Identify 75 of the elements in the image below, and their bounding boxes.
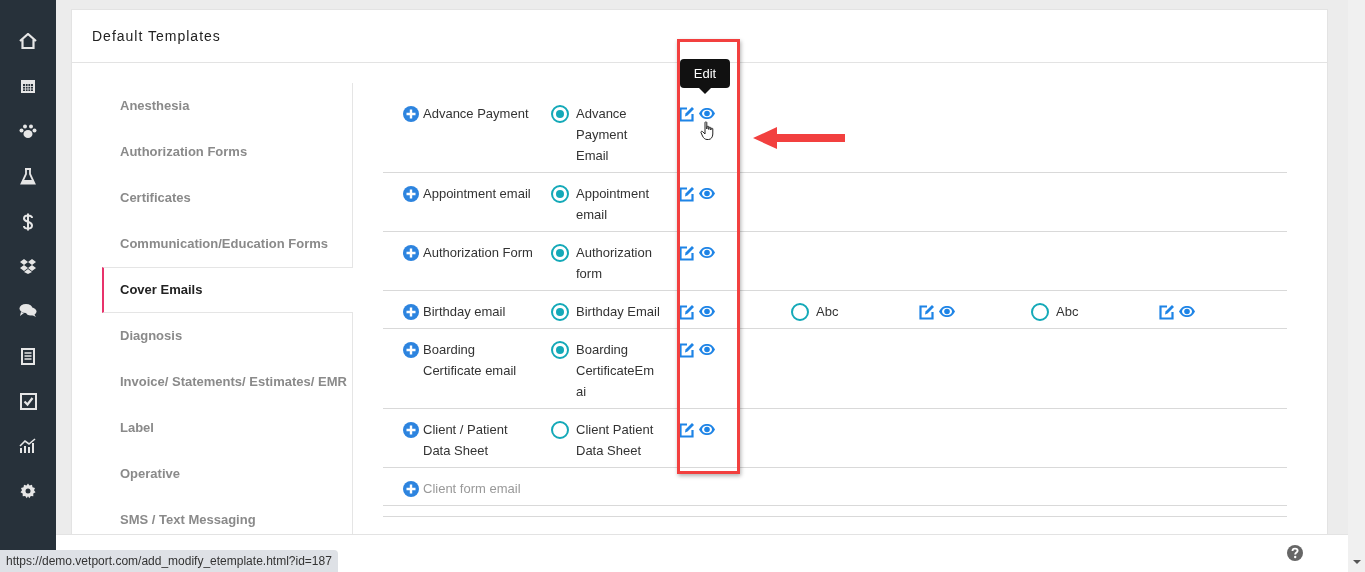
dollar-icon[interactable] <box>22 213 34 231</box>
category-tab[interactable]: Label <box>102 405 352 451</box>
template-name: Client / Patient Data Sheet <box>423 421 509 460</box>
add-icon[interactable] <box>403 304 419 320</box>
edit-icon[interactable] <box>679 341 695 358</box>
help-icon[interactable] <box>1287 545 1303 561</box>
category-tab[interactable]: SMS / Text Messaging <box>102 497 352 534</box>
tooltip: Edit <box>680 59 730 88</box>
edit-icon[interactable] <box>679 185 695 202</box>
category-tab[interactable]: Authorization Forms <box>102 129 352 175</box>
eye-icon[interactable] <box>698 423 716 436</box>
edit-icon[interactable] <box>679 244 695 261</box>
add-icon[interactable] <box>403 481 419 497</box>
edit-icon[interactable] <box>919 303 935 320</box>
edit-icon[interactable] <box>679 303 695 320</box>
template-name: Client form email <box>423 480 521 498</box>
add-icon[interactable] <box>403 106 419 122</box>
add-icon[interactable] <box>403 245 419 261</box>
template-name: Authorization Form <box>423 244 533 262</box>
eye-icon[interactable] <box>938 305 956 318</box>
status-url: https://demo.vetport.com/add_modify_etemplate.html?id=187 <box>0 550 338 572</box>
chart-icon[interactable] <box>19 438 37 454</box>
flask-icon[interactable] <box>20 168 36 185</box>
category-tab[interactable]: Certificates <box>102 175 352 221</box>
radio-button[interactable] <box>551 244 569 262</box>
radio-button[interactable] <box>791 303 809 321</box>
category-tab[interactable]: Communication/Education Forms <box>102 221 352 267</box>
template-option: Client Patient Data Sheet <box>576 419 660 461</box>
eye-icon[interactable] <box>698 246 716 259</box>
chat-icon[interactable] <box>19 303 37 317</box>
template-name: Advance Payment <box>423 105 529 123</box>
template-option: Birthday Email <box>576 301 660 322</box>
category-tab[interactable]: Anesthesia <box>102 83 352 129</box>
radio-button[interactable] <box>551 105 569 123</box>
card-title: Default Templates <box>92 28 221 44</box>
add-icon[interactable] <box>403 186 419 202</box>
radio-button[interactable] <box>1031 303 1049 321</box>
category-tab-active[interactable]: Cover Emails <box>102 267 353 313</box>
template-name: Boarding Certificate email <box>423 341 518 380</box>
eye-icon[interactable] <box>698 343 716 356</box>
radio-button[interactable] <box>551 185 569 203</box>
template-option: Advance Payment Email <box>576 103 660 166</box>
add-icon[interactable] <box>403 342 419 358</box>
edit-icon[interactable] <box>679 105 695 122</box>
template-name: Birthday email <box>423 303 506 321</box>
hand-cursor-icon <box>700 121 716 141</box>
scroll-down-icon[interactable] <box>1353 560 1361 564</box>
eye-icon[interactable] <box>698 305 716 318</box>
eye-icon[interactable] <box>1178 305 1196 318</box>
category-tab[interactable]: Invoice/ Statements/ Estimates/ EMR <box>102 359 352 405</box>
eye-icon[interactable] <box>698 107 716 120</box>
template-option: Appointment email <box>576 183 660 225</box>
document-icon[interactable] <box>21 348 35 365</box>
checkbox-icon[interactable] <box>19 393 37 410</box>
scrollbar[interactable] <box>1348 0 1365 572</box>
dropbox-icon[interactable] <box>19 258 37 274</box>
tooltip-pointer-icon <box>699 88 711 94</box>
paw-icon[interactable] <box>19 123 37 139</box>
home-icon[interactable] <box>19 33 37 49</box>
add-icon[interactable] <box>403 422 419 438</box>
category-tab[interactable]: Operative <box>102 451 352 497</box>
edit-icon[interactable] <box>679 421 695 438</box>
category-tab[interactable]: Diagnosis <box>102 313 352 359</box>
template-option: Authorization form <box>576 242 660 284</box>
radio-button[interactable] <box>551 421 569 439</box>
template-option: Boarding CertificateEmai <box>576 339 660 402</box>
settings-icon[interactable] <box>20 483 36 499</box>
radio-button[interactable] <box>551 341 569 359</box>
radio-button[interactable] <box>551 303 569 321</box>
template-name: Appointment email <box>423 185 531 203</box>
eye-icon[interactable] <box>698 187 716 200</box>
template-option: Abc <box>816 301 900 322</box>
calendar-icon[interactable] <box>20 78 36 94</box>
edit-icon[interactable] <box>1159 303 1175 320</box>
template-option: Abc <box>1056 301 1140 322</box>
